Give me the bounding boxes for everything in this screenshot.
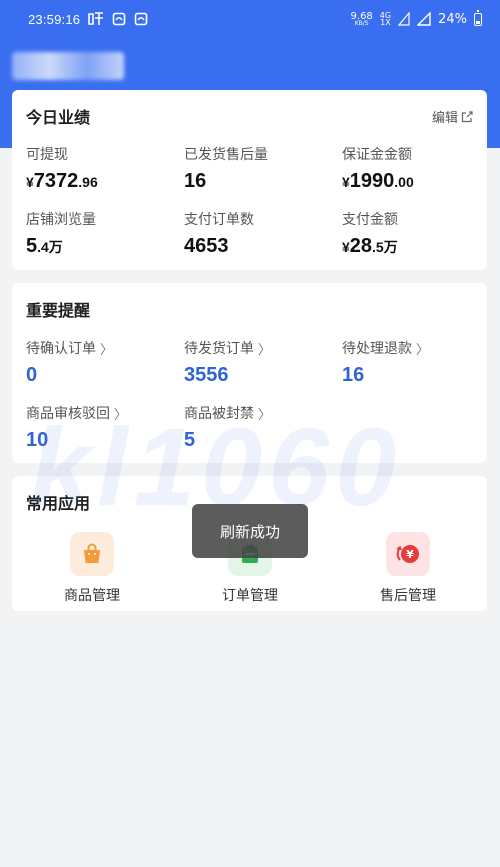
- stat-label: 已发货售后量: [184, 147, 268, 163]
- refund-yen-icon: ¥: [386, 532, 430, 576]
- value-main: 16: [184, 170, 207, 192]
- chevron-right-icon: 〉: [258, 342, 272, 358]
- reminder-pending-refund[interactable]: 待处理退款〉 16: [342, 338, 429, 387]
- status-bar: 23:59:16 9.68 KB/S 4G 1X 24%: [0, 0, 500, 38]
- edit-label: 编辑: [431, 111, 458, 126]
- reminder-label: 待确认订单: [26, 341, 96, 357]
- stat-deposit[interactable]: 保证金金额 ¥1990.00: [342, 144, 414, 193]
- reminder-count: 0: [26, 364, 38, 386]
- shop-name-blurred: [12, 52, 124, 80]
- edit-button[interactable]: 编辑: [432, 107, 473, 126]
- stat-label: 可提现: [26, 147, 68, 163]
- reminder-label: 商品审核驳回: [26, 406, 110, 422]
- status-time: 23:59:16: [28, 11, 81, 27]
- reminder-count: 5: [184, 429, 196, 451]
- app-product-management[interactable]: 商品管理: [37, 532, 147, 605]
- shopping-bag-icon: [70, 532, 114, 576]
- svg-text:¥: ¥: [406, 548, 414, 561]
- battery-icon: [474, 9, 482, 26]
- stat-label: 支付订单数: [184, 212, 254, 228]
- battery-percent: 24%: [438, 11, 467, 27]
- stat-value: 4653: [184, 235, 254, 258]
- value-small: .4万: [37, 239, 63, 255]
- stat-store-views[interactable]: 店铺浏览量 5.4万: [26, 209, 96, 258]
- stat-value: 16: [184, 170, 268, 193]
- stat-value: ¥7372.96: [26, 170, 98, 193]
- reminder-count: 3556: [184, 364, 229, 386]
- currency-symbol: ¥: [26, 174, 34, 190]
- chevron-right-icon: 〉: [258, 407, 272, 423]
- reminder-banned[interactable]: 商品被封禁〉 5: [184, 403, 271, 452]
- toast-message: 刷新成功: [192, 504, 308, 558]
- value-main: 4653: [184, 235, 229, 257]
- signal-icon-2: [417, 12, 431, 26]
- reminder-label: 待发货订单: [184, 341, 254, 357]
- reminder-review-rejected[interactable]: 商品审核驳回〉 10: [26, 403, 127, 452]
- edit-icon: [461, 110, 473, 122]
- notification-app-icon-2: [134, 12, 148, 26]
- value-main: 5: [26, 235, 38, 257]
- notification-app-icon: [112, 12, 126, 26]
- value-small: .00: [394, 174, 414, 190]
- chevron-right-icon: 〉: [416, 342, 430, 358]
- stat-value: ¥1990.00: [342, 170, 414, 193]
- reminders-title: 重要提醒: [26, 301, 91, 320]
- currency-symbol: ¥: [342, 239, 350, 255]
- stat-label: 保证金金额: [342, 147, 412, 163]
- network-type: 4G 1X: [380, 12, 391, 27]
- reminder-count: 16: [342, 364, 365, 386]
- value-small: .5万: [372, 239, 398, 255]
- stat-label: 店铺浏览量: [26, 212, 96, 228]
- reminder-label: 商品被封禁: [184, 406, 254, 422]
- reminder-pending-ship[interactable]: 待发货订单〉 3556: [184, 338, 271, 387]
- app-aftersale-management[interactable]: ¥ 售后管理: [353, 532, 463, 605]
- stat-paid-orders[interactable]: 支付订单数 4653: [184, 209, 254, 258]
- today-performance-title: 今日业绩: [26, 108, 91, 127]
- value-main: 28: [349, 235, 373, 257]
- value-main: 1990: [349, 170, 395, 192]
- app-label: 订单管理: [222, 588, 278, 604]
- listen-app-icon: [88, 12, 104, 25]
- value-small: .96: [78, 174, 98, 190]
- common-apps-title: 常用应用: [26, 494, 91, 513]
- chevron-right-icon: 〉: [114, 407, 128, 423]
- reminder-pending-confirm[interactable]: 待确认订单〉 0: [26, 338, 113, 387]
- network-speed: 9.68 KB/S: [351, 11, 373, 27]
- signal-icon: [398, 12, 410, 26]
- net-bottom: 1X: [380, 18, 391, 27]
- value-main: 7372: [33, 170, 79, 192]
- stat-withdrawable[interactable]: 可提现 ¥7372.96: [26, 144, 98, 193]
- chevron-right-icon: 〉: [100, 342, 114, 358]
- reminder-count: 10: [26, 429, 49, 451]
- stat-label: 支付金额: [342, 212, 398, 228]
- stat-paid-amount[interactable]: 支付金额 ¥28.5万: [342, 209, 398, 258]
- app-label: 商品管理: [64, 588, 120, 604]
- app-label: 售后管理: [380, 588, 436, 604]
- important-reminders-card: 重要提醒 待确认订单〉 0 待发货订单〉 3556 待处理退款〉 16 商品审核…: [12, 283, 487, 463]
- currency-symbol: ¥: [342, 174, 350, 190]
- stat-value: 5.4万: [26, 235, 96, 258]
- reminder-label: 待处理退款: [342, 341, 412, 357]
- today-performance-card: 今日业绩 编辑 可提现 ¥7372.96 已发货售后量 16 保证金金额 ¥19…: [12, 90, 487, 270]
- stat-shipped-aftersale[interactable]: 已发货售后量 16: [184, 144, 268, 193]
- stat-value: ¥28.5万: [342, 235, 398, 258]
